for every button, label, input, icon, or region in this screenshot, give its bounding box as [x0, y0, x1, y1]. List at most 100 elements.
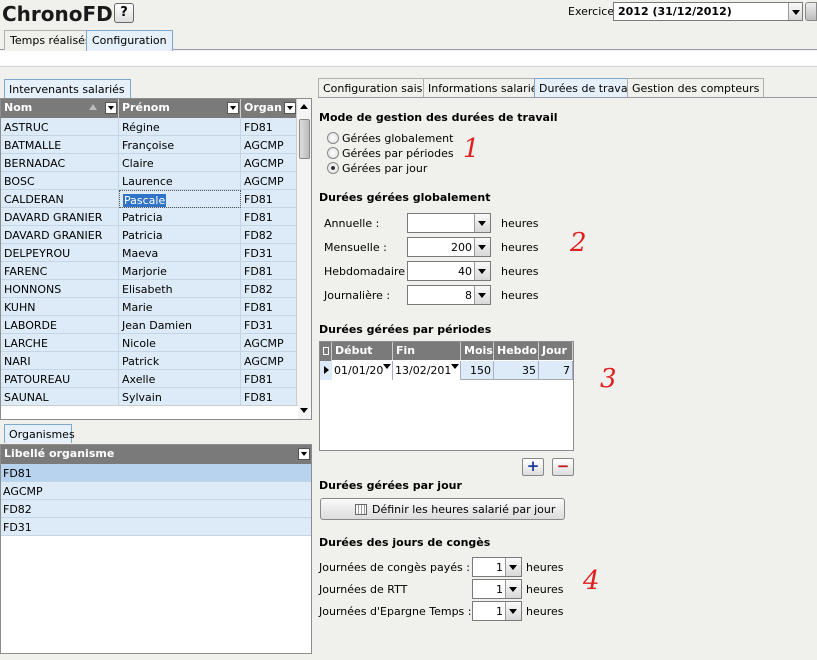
tab-organismes[interactable]: Organismes	[4, 424, 75, 443]
list-item[interactable]: FD82	[1, 500, 311, 518]
list-item[interactable]: FD81	[1, 464, 311, 482]
chevron-down-icon[interactable]	[451, 364, 459, 369]
column-header-libelle[interactable]: Libellé organisme	[1, 445, 311, 464]
cell-organisme[interactable]: FD81	[241, 118, 298, 136]
define-hours-per-day-button[interactable]: Définir les heures salarié par jour	[320, 498, 565, 520]
cell-prenom[interactable]: Patricia	[119, 208, 241, 226]
table-row[interactable]: NARI Patrick AGCMP	[1, 352, 298, 370]
cell-organisme[interactable]: AGCMP	[241, 334, 298, 352]
chevron-down-icon[interactable]	[505, 558, 521, 576]
cell-nom[interactable]: BATMALLE	[1, 136, 119, 154]
rtt-input[interactable]: 1	[472, 579, 522, 599]
list-item[interactable]: FD31	[1, 518, 311, 536]
annuelle-input[interactable]	[407, 213, 491, 233]
table-row[interactable]: PATOUREAU Axelle FD81	[1, 370, 298, 388]
table-row[interactable]: BERNADAC Claire AGCMP	[1, 154, 298, 172]
table-row[interactable]: DAVARD GRANIER Patricia FD81	[1, 208, 298, 226]
cell-organisme[interactable]: FD81	[241, 190, 298, 208]
scroll-thumb[interactable]	[299, 119, 310, 159]
journaliere-input[interactable]: 8	[407, 285, 491, 305]
cell-prenom[interactable]: Laurence	[119, 172, 241, 190]
cell-nom[interactable]: BERNADAC	[1, 154, 119, 172]
column-header-prenom[interactable]: Prénom	[119, 99, 241, 118]
table-row[interactable]: KUHN Marie FD81	[1, 298, 298, 316]
cell-prenom[interactable]: Marie	[119, 298, 241, 316]
table-row[interactable]: BOSC Laurence AGCMP	[1, 172, 298, 190]
scroll-down-icon[interactable]	[298, 404, 311, 418]
table-row[interactable]: ASTRUC Régine FD81	[1, 118, 298, 136]
cell-organisme[interactable]: AGCMP	[241, 172, 298, 190]
column-header-fin[interactable]: Fin	[393, 342, 461, 360]
cell-nom[interactable]: DAVARD GRANIER	[1, 226, 119, 244]
filter-dropdown-icon[interactable]	[227, 102, 239, 114]
chevron-down-icon[interactable]	[474, 286, 490, 304]
table-row[interactable]: LARCHE Nicole AGCMP	[1, 334, 298, 352]
cell-nom[interactable]: ASTRUC	[1, 118, 119, 136]
help-button[interactable]: ?	[114, 3, 134, 23]
table-row[interactable]: HONNONS Elisabeth FD82	[1, 280, 298, 298]
cell-prenom[interactable]: Claire	[119, 154, 241, 172]
cell-nom[interactable]: LARCHE	[1, 334, 119, 352]
radio-icon[interactable]	[327, 132, 339, 144]
filter-dropdown-icon[interactable]	[105, 102, 117, 114]
tab-gestion-des-compteurs[interactable]: Gestion des compteurs	[627, 78, 765, 98]
cell-organisme[interactable]: AGCMP	[241, 136, 298, 154]
filter-dropdown-icon[interactable]	[298, 448, 310, 460]
cell-organisme[interactable]: FD81	[241, 298, 298, 316]
cell-mois[interactable]: 150	[461, 361, 494, 380]
remove-period-button[interactable]: −	[552, 458, 574, 476]
vertical-scrollbar[interactable]	[296, 99, 311, 419]
chevron-down-icon[interactable]	[383, 364, 391, 369]
cell-organisme[interactable]: AGCMP	[241, 154, 298, 172]
tab-configuration-saisie[interactable]: Configuration saisie	[318, 78, 438, 98]
cell-prenom[interactable]: Elisabeth	[119, 280, 241, 298]
cell-debut[interactable]: 01/01/20	[332, 361, 393, 380]
table-row[interactable]: DELPEYROU Maeva FD31	[1, 244, 298, 262]
cell-nom[interactable]: LABORDE	[1, 316, 119, 334]
cell-organisme[interactable]: AGCMP	[241, 352, 298, 370]
cell-prenom[interactable]: Patricia	[119, 226, 241, 244]
cell-prenom[interactable]: Patrick	[119, 352, 241, 370]
cell-prenom[interactable]: Jean Damien	[119, 316, 241, 334]
column-header-nom[interactable]: Nom	[1, 99, 119, 118]
conges-payes-input[interactable]: 1	[472, 557, 522, 577]
chevron-down-icon[interactable]	[505, 580, 521, 598]
column-header-organisme[interactable]: Organ	[241, 99, 298, 118]
table-row[interactable]: FARENC Marjorie FD81	[1, 262, 298, 280]
epargne-temps-input[interactable]: 1	[472, 601, 522, 621]
cell-prenom[interactable]: Maeva	[119, 244, 241, 262]
hebdomadaire-input[interactable]: 40	[407, 261, 491, 281]
table-row[interactable]: DAVARD GRANIER Patricia FD82	[1, 226, 298, 244]
tab-configuration[interactable]: Configuration	[86, 30, 173, 51]
column-header-debut[interactable]: Début	[332, 342, 393, 360]
table-row[interactable]: 01/01/20 13/02/201 150 35 7	[332, 361, 573, 380]
tab-informations-salaries[interactable]: Informations salariés	[423, 78, 549, 98]
cell-nom[interactable]: DAVARD GRANIER	[1, 208, 119, 226]
cell-prenom[interactable]: Marjorie	[119, 262, 241, 280]
table-row[interactable]: LABORDE Jean Damien FD31	[1, 316, 298, 334]
scroll-up-icon[interactable]	[298, 100, 311, 114]
chevron-down-icon[interactable]	[788, 3, 802, 20]
cell-organisme[interactable]: FD81	[241, 262, 298, 280]
cell-organisme[interactable]: FD81	[241, 388, 298, 406]
tab-intervenants-salaries[interactable]: Intervenants salariés	[4, 79, 131, 98]
table-row[interactable]: SAUNAL Sylvain FD81	[1, 388, 298, 406]
column-header-hebdo[interactable]: Hebdo	[494, 342, 539, 360]
filter-dropdown-icon[interactable]	[284, 102, 296, 114]
column-header-jour[interactable]: Jour	[539, 342, 573, 360]
cell-organisme[interactable]: FD31	[241, 244, 298, 262]
mensuelle-input[interactable]: 200	[407, 237, 491, 257]
cell-organisme[interactable]: FD82	[241, 226, 298, 244]
chevron-down-icon[interactable]	[474, 238, 490, 256]
cell-nom[interactable]: SAUNAL	[1, 388, 119, 406]
column-chooser-icon[interactable]	[323, 347, 329, 355]
cell-organisme[interactable]: FD31	[241, 316, 298, 334]
cell-fin[interactable]: 13/02/201	[393, 361, 461, 380]
tab-temps-realises[interactable]: Temps réalisés	[4, 30, 97, 50]
chevron-down-icon[interactable]	[474, 262, 490, 280]
cell-nom[interactable]: PATOUREAU	[1, 370, 119, 388]
cell-hebdo[interactable]: 35	[494, 361, 539, 380]
cell-organisme[interactable]: FD82	[241, 280, 298, 298]
cell-prenom[interactable]: Nicole	[119, 334, 241, 352]
list-item[interactable]: AGCMP	[1, 482, 311, 500]
